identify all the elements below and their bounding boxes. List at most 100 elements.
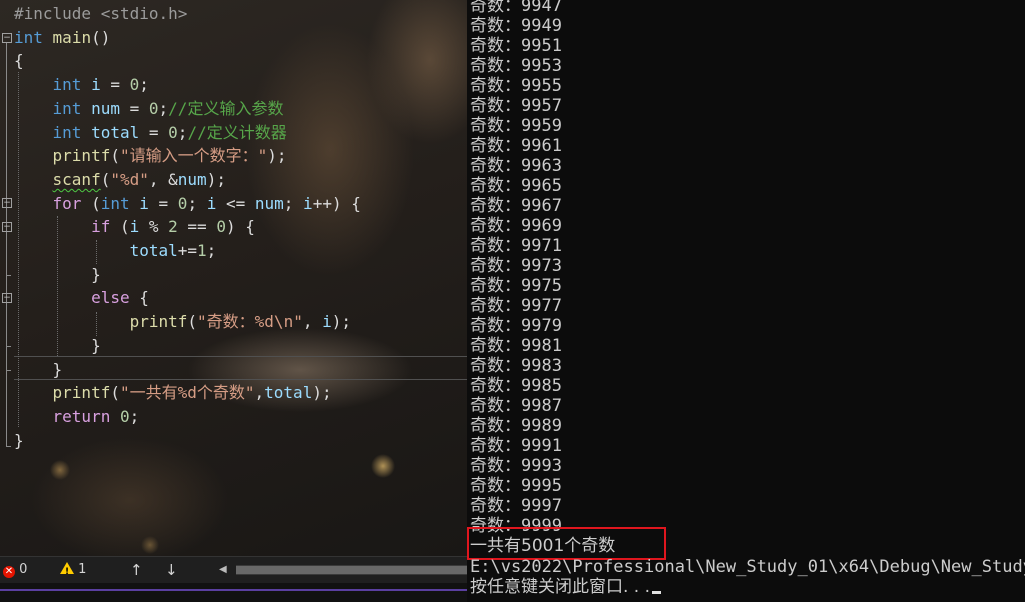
code-line[interactable]: printf("一共有%d个奇数",total);	[14, 381, 332, 404]
code-token: ,	[254, 383, 265, 403]
code-token: 0	[148, 98, 159, 118]
code-line[interactable]: total+=1;	[14, 239, 217, 262]
code-line[interactable]: printf("奇数：%d\n", i);	[14, 310, 351, 333]
error-count: 0	[19, 562, 28, 577]
console-line: 奇数：9973	[470, 256, 562, 276]
code-token: );	[206, 169, 226, 189]
console-line: 奇数：9963	[470, 156, 562, 176]
code-token: #include <stdio.h>	[14, 4, 188, 23]
error-count-button[interactable]: ✕ 0	[3, 561, 27, 579]
code-token: ;	[206, 241, 217, 260]
fold-if-icon[interactable]: −	[2, 222, 12, 232]
console-line: 奇数：9971	[470, 236, 562, 256]
code-token: num	[177, 169, 207, 189]
console-line: 奇数：9981	[470, 336, 562, 356]
horizontal-scrollbar[interactable]	[236, 565, 467, 575]
code-line[interactable]: for (int i = 0; i <= num; i++) {	[14, 192, 361, 215]
code-token: if	[91, 217, 111, 237]
code-editor[interactable]: #include <stdio.h> int main(){ int i = 0;…	[0, 0, 467, 556]
code-token: 0	[119, 406, 130, 426]
code-token: , &	[148, 169, 178, 189]
code-line[interactable]: return 0;	[14, 405, 140, 428]
code-token: "请输入一个数字："	[119, 146, 268, 166]
code-token: }	[14, 430, 24, 450]
code-token: "一共有%d个奇数"	[119, 383, 255, 403]
code-line[interactable]: int i = 0;	[14, 73, 149, 96]
code-token: (	[110, 217, 130, 237]
code-token: =	[139, 122, 169, 142]
code-token: (	[81, 193, 101, 213]
code-token: ;	[129, 406, 140, 426]
code-token: main	[52, 27, 92, 47]
console-line: 奇数：9965	[470, 176, 562, 196]
code-token: );	[267, 146, 287, 166]
code-line[interactable]: scanf("%d", &num);	[14, 168, 226, 191]
console-line: 奇数：9953	[470, 56, 562, 76]
code-token: "奇数：%d\n"	[197, 312, 303, 332]
code-token: //定义计数器	[187, 122, 287, 142]
console-line: 奇数：9977	[470, 296, 562, 316]
code-token: (	[100, 169, 111, 189]
console-line: 奇数：9957	[470, 96, 562, 116]
code-line[interactable]: int total = 0;//定义计数器	[14, 121, 287, 144]
next-issue-button[interactable]: ↓	[165, 561, 178, 579]
debug-console-window[interactable]: 奇数：9947 奇数：9949 奇数：9951 奇数：9953 奇数：9955 奇数：99…	[467, 0, 1025, 602]
code-token: (	[187, 312, 198, 332]
console-line: 奇数：9997	[470, 496, 562, 516]
code-token: ;	[187, 193, 207, 213]
console-line: 奇数：9951	[470, 36, 562, 56]
console-line: 奇数：9975	[470, 276, 562, 296]
code-token: i	[139, 193, 149, 213]
code-token: int	[52, 75, 82, 95]
code-line[interactable]: else {	[14, 286, 149, 309]
code-token: total	[129, 241, 178, 260]
code-token: =	[119, 98, 149, 118]
code-token: );	[331, 312, 352, 332]
previous-issue-button[interactable]: ↑	[130, 561, 143, 579]
code-line[interactable]: int main()	[14, 26, 110, 49]
code-line[interactable]: #include <stdio.h>	[14, 2, 187, 25]
fold-main-icon[interactable]: −	[2, 33, 12, 43]
code-token: 0	[129, 75, 140, 95]
code-line[interactable]: if (i % 2 == 0) {	[14, 215, 255, 238]
console-line: 奇数：9989	[470, 416, 562, 436]
bottom-panel-strip	[0, 583, 467, 602]
indent-guide	[96, 312, 98, 336]
code-token: printf	[129, 312, 188, 332]
code-line[interactable]: int num = 0;//定义输入参数	[14, 97, 284, 120]
code-line[interactable]: {	[14, 49, 24, 72]
code-token: total	[264, 383, 313, 403]
code-line[interactable]: }	[14, 429, 24, 452]
code-token: {	[14, 51, 24, 71]
console-line: 奇数：9995	[470, 476, 562, 496]
console-line: 奇数：9983	[470, 356, 562, 376]
code-token: int	[52, 122, 82, 142]
warning-count: 1	[78, 562, 87, 577]
code-token: (	[110, 146, 120, 166]
console-line: 奇数：9987	[470, 396, 562, 416]
fold-for-icon[interactable]: −	[2, 198, 12, 208]
code-token: (	[110, 383, 120, 403]
console-line: 奇数：9985	[470, 376, 562, 396]
horizontal-scrollbar-thumb[interactable]	[236, 566, 467, 574]
warning-count-button[interactable]: ! 1	[60, 561, 86, 579]
code-token: for	[52, 193, 82, 213]
code-token: ++) {	[312, 193, 361, 213]
code-token: ;	[158, 98, 169, 118]
error-icon: ✕	[3, 566, 15, 578]
console-line: 奇数：9961	[470, 136, 562, 156]
code-line[interactable]: printf("请输入一个数字：");	[14, 144, 287, 167]
fold-else-icon[interactable]: −	[2, 293, 12, 303]
code-token: 2	[168, 217, 178, 237]
code-token: i	[303, 193, 313, 213]
console-line: 奇数：9969	[470, 216, 562, 236]
scroll-left-button[interactable]: ◀	[219, 561, 227, 579]
code-token: printf	[52, 146, 111, 166]
fold-end-else	[6, 346, 11, 347]
